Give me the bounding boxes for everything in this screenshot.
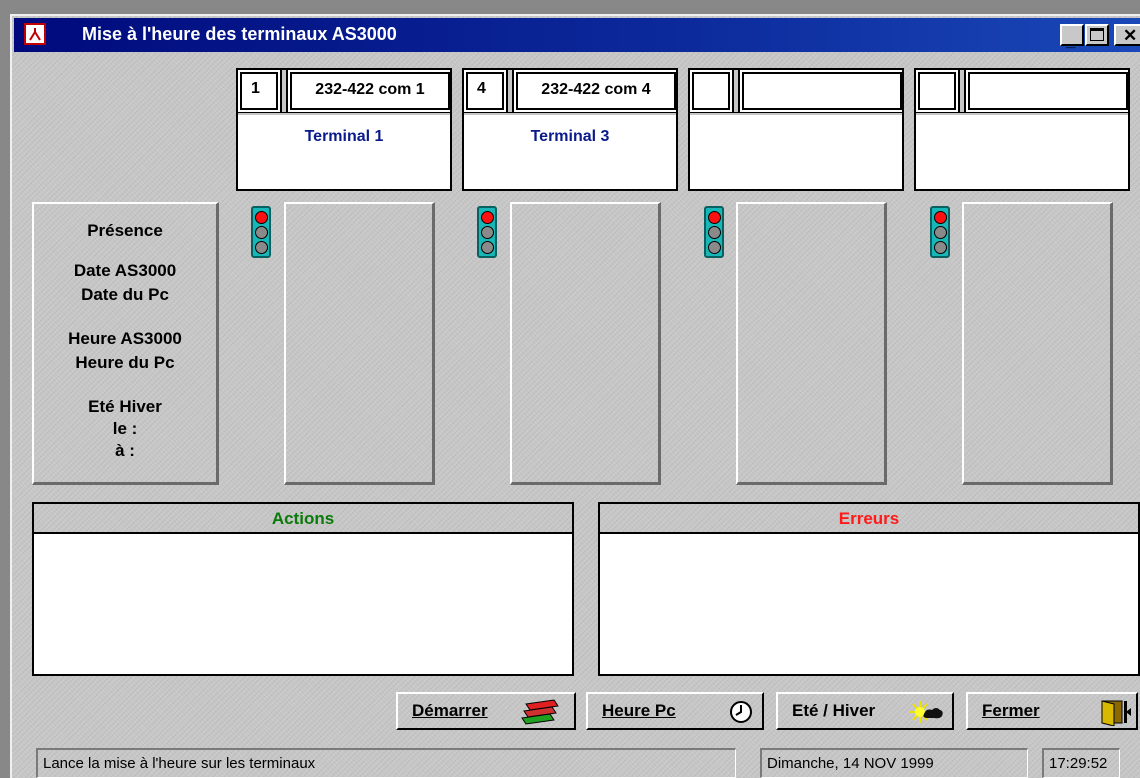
status-message: Lance la mise à l'heure sur les terminau… [36, 748, 736, 778]
lamp [708, 226, 721, 239]
lamp [934, 241, 947, 254]
lamp [481, 226, 494, 239]
terminal-slot-1: 1 232-422 com 1 Terminal 1 [236, 68, 452, 191]
label-heure-as3000: Heure AS3000 [68, 329, 182, 348]
stacked-cars-icon [518, 698, 562, 731]
divider [690, 112, 902, 115]
divider [464, 112, 676, 115]
main-window: Mise à l'heure des terminaux AS3000 _ ✕ … [10, 14, 1140, 778]
traffic-light-icon [251, 206, 271, 258]
red-lamp [934, 211, 947, 224]
close-button[interactable]: ✕ [1114, 24, 1140, 46]
status-date: Dimanche, 14 NOV 1999 [760, 748, 1028, 778]
door-exit-icon [1098, 698, 1132, 731]
label-date-pc: Date du Pc [81, 285, 169, 304]
divider [916, 112, 1128, 115]
separator [958, 70, 966, 112]
status-time: 17:29:52 [1042, 748, 1120, 778]
erreurs-header: Erreurs [600, 504, 1138, 534]
lamp [481, 241, 494, 254]
traffic-light-icon [930, 206, 950, 258]
terminal-port[interactable] [968, 72, 1128, 110]
label-le: le : [112, 419, 138, 438]
heure-pc-button[interactable]: Heure Pc [586, 692, 764, 730]
sun-cloud-icon [910, 698, 946, 731]
separator [506, 70, 514, 112]
divider [238, 112, 450, 115]
demarrer-button[interactable]: Démarrer [396, 692, 576, 730]
traffic-light-icon [704, 206, 724, 258]
terminal-slot-4 [914, 68, 1130, 191]
heure-pc-label: Heure Pc [602, 701, 676, 720]
window-title: Mise à l'heure des terminaux AS3000 [82, 24, 397, 44]
demarrer-label: Démarrer [412, 701, 488, 720]
terminal-2-values-panel [510, 202, 661, 485]
maximize-button[interactable] [1085, 24, 1109, 46]
terminal-slot-2: 4 232-422 com 4 Terminal 3 [462, 68, 678, 191]
ete-hiver-button[interactable]: Eté / Hiver [776, 692, 954, 730]
separator [732, 70, 740, 112]
label-presence: Présence [87, 221, 163, 240]
fermer-label: Fermer [982, 701, 1040, 720]
lamp [255, 241, 268, 254]
label-date-as3000: Date AS3000 [73, 261, 177, 280]
erreurs-panel[interactable]: Erreurs [598, 502, 1140, 676]
terminal-port[interactable]: 232-422 com 1 [290, 72, 450, 110]
actions-title: Actions [271, 509, 335, 528]
terminal-slot-3 [688, 68, 904, 191]
terminal-number[interactable]: 4 [466, 72, 504, 110]
terminal-3-values-panel [736, 202, 887, 485]
lamp [708, 241, 721, 254]
red-lamp [481, 211, 494, 224]
red-lamp [255, 211, 268, 224]
ete-hiver-label: Eté / Hiver [792, 701, 876, 720]
separator [280, 70, 288, 112]
terminal-4-values-panel [962, 202, 1113, 485]
minimize-icon: _ [1066, 31, 1076, 50]
actions-panel[interactable]: Actions [32, 502, 574, 676]
fermer-button[interactable]: Fermer [966, 692, 1138, 730]
erreurs-title: Erreurs [838, 509, 900, 528]
label-a: à : [115, 441, 135, 460]
terminal-number[interactable]: 1 [240, 72, 278, 110]
maximize-icon [1090, 28, 1104, 41]
label-heure-pc: Heure du Pc [75, 353, 175, 372]
label-ete-hiver: Eté Hiver [88, 397, 162, 416]
clock-icon [728, 698, 754, 731]
close-icon: ✕ [1123, 26, 1138, 45]
terminal-name: Terminal 1 [304, 128, 384, 145]
traffic-light-icon [477, 206, 497, 258]
terminal-number[interactable] [918, 72, 956, 110]
lamp [255, 226, 268, 239]
terminal-port[interactable]: 232-422 com 4 [516, 72, 676, 110]
terminal-number[interactable] [692, 72, 730, 110]
lamp [934, 226, 947, 239]
actions-header: Actions [34, 504, 572, 534]
red-lamp [708, 211, 721, 224]
terminal-1-values-panel [284, 202, 435, 485]
minimize-button[interactable]: _ [1060, 24, 1084, 50]
title-bar[interactable]: Mise à l'heure des terminaux AS3000 _ ✕ [14, 18, 1140, 52]
app-icon[interactable] [24, 23, 46, 45]
row-labels-panel: Présence Date AS3000 Date du Pc Heure AS… [32, 202, 219, 485]
terminal-name: Terminal 3 [530, 128, 610, 145]
terminal-port[interactable] [742, 72, 902, 110]
